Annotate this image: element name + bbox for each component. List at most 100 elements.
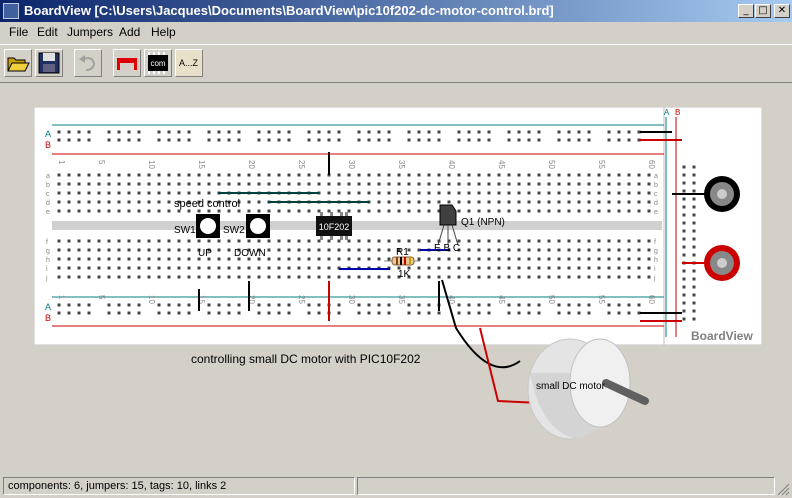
hole[interactable]	[637, 209, 641, 213]
hole[interactable]	[277, 266, 281, 270]
hole[interactable]	[287, 130, 291, 134]
hole[interactable]	[247, 200, 251, 204]
hole[interactable]	[637, 200, 641, 204]
hole[interactable]	[527, 209, 531, 213]
hole[interactable]	[607, 239, 611, 243]
hole[interactable]	[337, 248, 341, 252]
hole[interactable]	[537, 138, 541, 142]
hole[interactable]	[87, 239, 91, 243]
hole[interactable]	[337, 138, 341, 142]
hole[interactable]	[682, 229, 686, 233]
hole[interactable]	[547, 173, 551, 177]
hole[interactable]	[267, 248, 271, 252]
hole[interactable]	[267, 130, 271, 134]
hole[interactable]	[557, 182, 561, 186]
hole[interactable]	[207, 191, 211, 195]
hole[interactable]	[227, 257, 231, 261]
hole[interactable]	[407, 239, 411, 243]
hole[interactable]	[157, 200, 161, 204]
hole[interactable]	[377, 209, 381, 213]
hole[interactable]	[457, 257, 461, 261]
hole[interactable]	[597, 239, 601, 243]
hole[interactable]	[337, 275, 341, 279]
hole[interactable]	[437, 138, 441, 142]
hole[interactable]	[227, 275, 231, 279]
hole[interactable]	[647, 173, 651, 177]
hole[interactable]	[137, 138, 141, 142]
hole[interactable]	[107, 200, 111, 204]
hole[interactable]	[692, 277, 696, 281]
hole[interactable]	[337, 257, 341, 261]
hole[interactable]	[587, 209, 591, 213]
hole[interactable]	[517, 266, 521, 270]
hole[interactable]	[517, 239, 521, 243]
hole[interactable]	[57, 266, 61, 270]
hole[interactable]	[117, 209, 121, 213]
hole[interactable]	[277, 130, 281, 134]
hole[interactable]	[227, 130, 231, 134]
hole[interactable]	[327, 191, 331, 195]
hole[interactable]	[387, 130, 391, 134]
hole[interactable]	[377, 173, 381, 177]
hole[interactable]	[607, 248, 611, 252]
undo-button[interactable]	[74, 49, 102, 77]
hole[interactable]	[267, 257, 271, 261]
hole[interactable]	[377, 303, 381, 307]
hole[interactable]	[307, 182, 311, 186]
hole[interactable]	[77, 130, 81, 134]
hole[interactable]	[507, 130, 511, 134]
hole[interactable]	[547, 200, 551, 204]
hole[interactable]	[287, 239, 291, 243]
hole[interactable]	[487, 173, 491, 177]
hole[interactable]	[107, 138, 111, 142]
hole[interactable]	[487, 182, 491, 186]
hole[interactable]	[117, 239, 121, 243]
hole[interactable]	[317, 130, 321, 134]
hole[interactable]	[487, 239, 491, 243]
hole[interactable]	[647, 200, 651, 204]
hole[interactable]	[217, 239, 221, 243]
hole[interactable]	[377, 138, 381, 142]
hole[interactable]	[267, 239, 271, 243]
hole[interactable]	[527, 191, 531, 195]
hole[interactable]	[457, 209, 461, 213]
hole[interactable]	[297, 248, 301, 252]
hole[interactable]	[167, 311, 171, 315]
hole[interactable]	[397, 173, 401, 177]
hole[interactable]	[407, 311, 411, 315]
hole[interactable]	[637, 248, 641, 252]
hole[interactable]	[387, 257, 391, 261]
hole[interactable]	[617, 173, 621, 177]
hole[interactable]	[257, 130, 261, 134]
hole[interactable]	[607, 191, 611, 195]
hole[interactable]	[307, 239, 311, 243]
hole[interactable]	[517, 173, 521, 177]
hole[interactable]	[207, 130, 211, 134]
hole[interactable]	[617, 200, 621, 204]
hole[interactable]	[177, 311, 181, 315]
hole[interactable]	[497, 173, 501, 177]
hole[interactable]	[297, 257, 301, 261]
hole[interactable]	[207, 182, 211, 186]
hole[interactable]	[692, 205, 696, 209]
hole[interactable]	[367, 191, 371, 195]
hole[interactable]	[67, 182, 71, 186]
close-button[interactable]: ✕	[774, 4, 790, 18]
hole[interactable]	[682, 237, 686, 241]
hole[interactable]	[257, 200, 261, 204]
hole[interactable]	[247, 239, 251, 243]
hole[interactable]	[577, 209, 581, 213]
hole[interactable]	[257, 266, 261, 270]
hole[interactable]	[587, 200, 591, 204]
hole[interactable]	[87, 209, 91, 213]
hole[interactable]	[67, 303, 71, 307]
hole[interactable]	[77, 182, 81, 186]
hole[interactable]	[227, 182, 231, 186]
hole[interactable]	[477, 257, 481, 261]
hole[interactable]	[107, 239, 111, 243]
hole[interactable]	[157, 239, 161, 243]
hole[interactable]	[187, 248, 191, 252]
jumper-button[interactable]	[113, 49, 141, 77]
minimize-button[interactable]: _	[738, 4, 754, 18]
hole[interactable]	[87, 138, 91, 142]
